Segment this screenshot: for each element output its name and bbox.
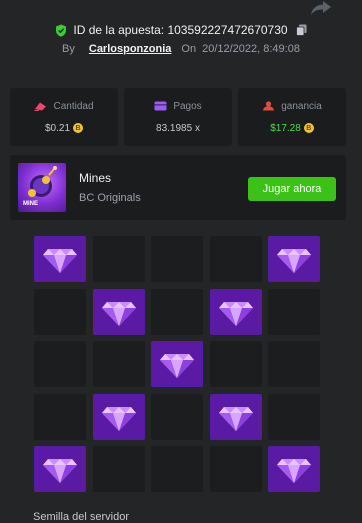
diamond-icon xyxy=(218,301,253,326)
on-label: On xyxy=(181,43,197,55)
bet-datetime: 20/12/2022, 8:49:08 xyxy=(202,43,300,55)
diamond-icon xyxy=(277,249,311,273)
bet-id-row: ID de la apuesta: 103592227472670730 xyxy=(0,23,362,37)
diamond-icon xyxy=(160,354,194,378)
thumbnail-label: MINE xyxy=(23,201,38,207)
stat-payout: Pagos 83.1985 x xyxy=(124,88,232,146)
profit-icon xyxy=(263,101,275,111)
board-tile-gem xyxy=(268,446,320,492)
coin-icon: B xyxy=(73,123,84,133)
play-now-button[interactable]: Jugar ahora xyxy=(248,177,336,201)
bet-details-page: ID de la apuesta: 103592227472670730 By … xyxy=(0,0,362,523)
shield-check-icon xyxy=(56,24,67,37)
diamond-icon xyxy=(43,459,77,483)
server-seed-label: Semilla del servidor xyxy=(33,511,129,523)
stat-profit: ganancia $17.28 B xyxy=(238,88,346,146)
wallet-icon xyxy=(154,101,167,111)
board-tile-empty xyxy=(92,446,145,492)
copy-icon[interactable] xyxy=(295,24,307,36)
board-tile-empty xyxy=(268,288,320,335)
diamond-icon xyxy=(101,301,136,326)
board-tile-empty xyxy=(92,236,145,282)
board-tile-empty xyxy=(151,393,203,440)
board-tile-empty xyxy=(34,393,86,440)
board-tile-empty xyxy=(268,341,320,387)
stat-amount-value: $0.21 xyxy=(44,122,71,134)
stat-amount-label: Cantidad xyxy=(53,100,94,112)
game-provider: BC Originals xyxy=(79,192,141,204)
game-card: MINE Mines BC Originals Jugar ahora xyxy=(10,155,346,220)
stat-payout-value: 83.1985 x xyxy=(156,122,200,134)
board-tile-empty xyxy=(209,446,262,492)
board-tile-empty xyxy=(34,288,86,335)
board-tile-gem xyxy=(92,288,145,335)
bet-meta-row: By Carlosponzonia On 20/12/2022, 8:49:08 xyxy=(0,43,362,55)
cash-icon xyxy=(34,102,47,111)
board-tile-gem xyxy=(151,341,203,387)
bet-stats: Cantidad $0.21 B Pagos 83.1985 x gananci… xyxy=(10,88,346,146)
bet-id-text: ID de la apuesta: 103592227472670730 xyxy=(73,23,288,37)
board-tile-empty xyxy=(209,236,262,282)
by-label: By xyxy=(62,43,75,55)
stat-profit-label: ganancia xyxy=(281,100,322,112)
board-tile-gem xyxy=(268,236,320,282)
board-tile-empty xyxy=(268,393,320,440)
board-tile-empty xyxy=(151,446,203,492)
stat-payout-label: Pagos xyxy=(173,100,202,112)
username-link[interactable]: Carlosponzonia xyxy=(89,43,172,55)
diamond-icon xyxy=(101,406,136,431)
board-tile-empty xyxy=(209,341,262,387)
board-tile-gem xyxy=(34,236,86,282)
diamond-icon xyxy=(218,406,253,431)
board-tile-gem xyxy=(92,393,145,440)
coin-icon: B xyxy=(303,123,314,133)
board-tile-gem xyxy=(34,446,86,492)
game-title[interactable]: Mines xyxy=(79,171,111,185)
stat-profit-value: $17.28 xyxy=(270,122,301,134)
board-tile-gem xyxy=(209,393,262,440)
diamond-icon xyxy=(43,249,77,273)
board-tile-empty xyxy=(151,288,203,335)
board-tile-empty xyxy=(92,341,145,387)
share-icon[interactable] xyxy=(310,0,332,16)
stat-amount: Cantidad $0.21 B xyxy=(10,88,118,146)
board-tile-empty xyxy=(34,341,86,387)
board-tile-gem xyxy=(209,288,262,335)
board-tile-empty xyxy=(151,236,203,282)
diamond-icon xyxy=(277,459,311,483)
mines-game-thumbnail[interactable]: MINE xyxy=(18,163,66,212)
